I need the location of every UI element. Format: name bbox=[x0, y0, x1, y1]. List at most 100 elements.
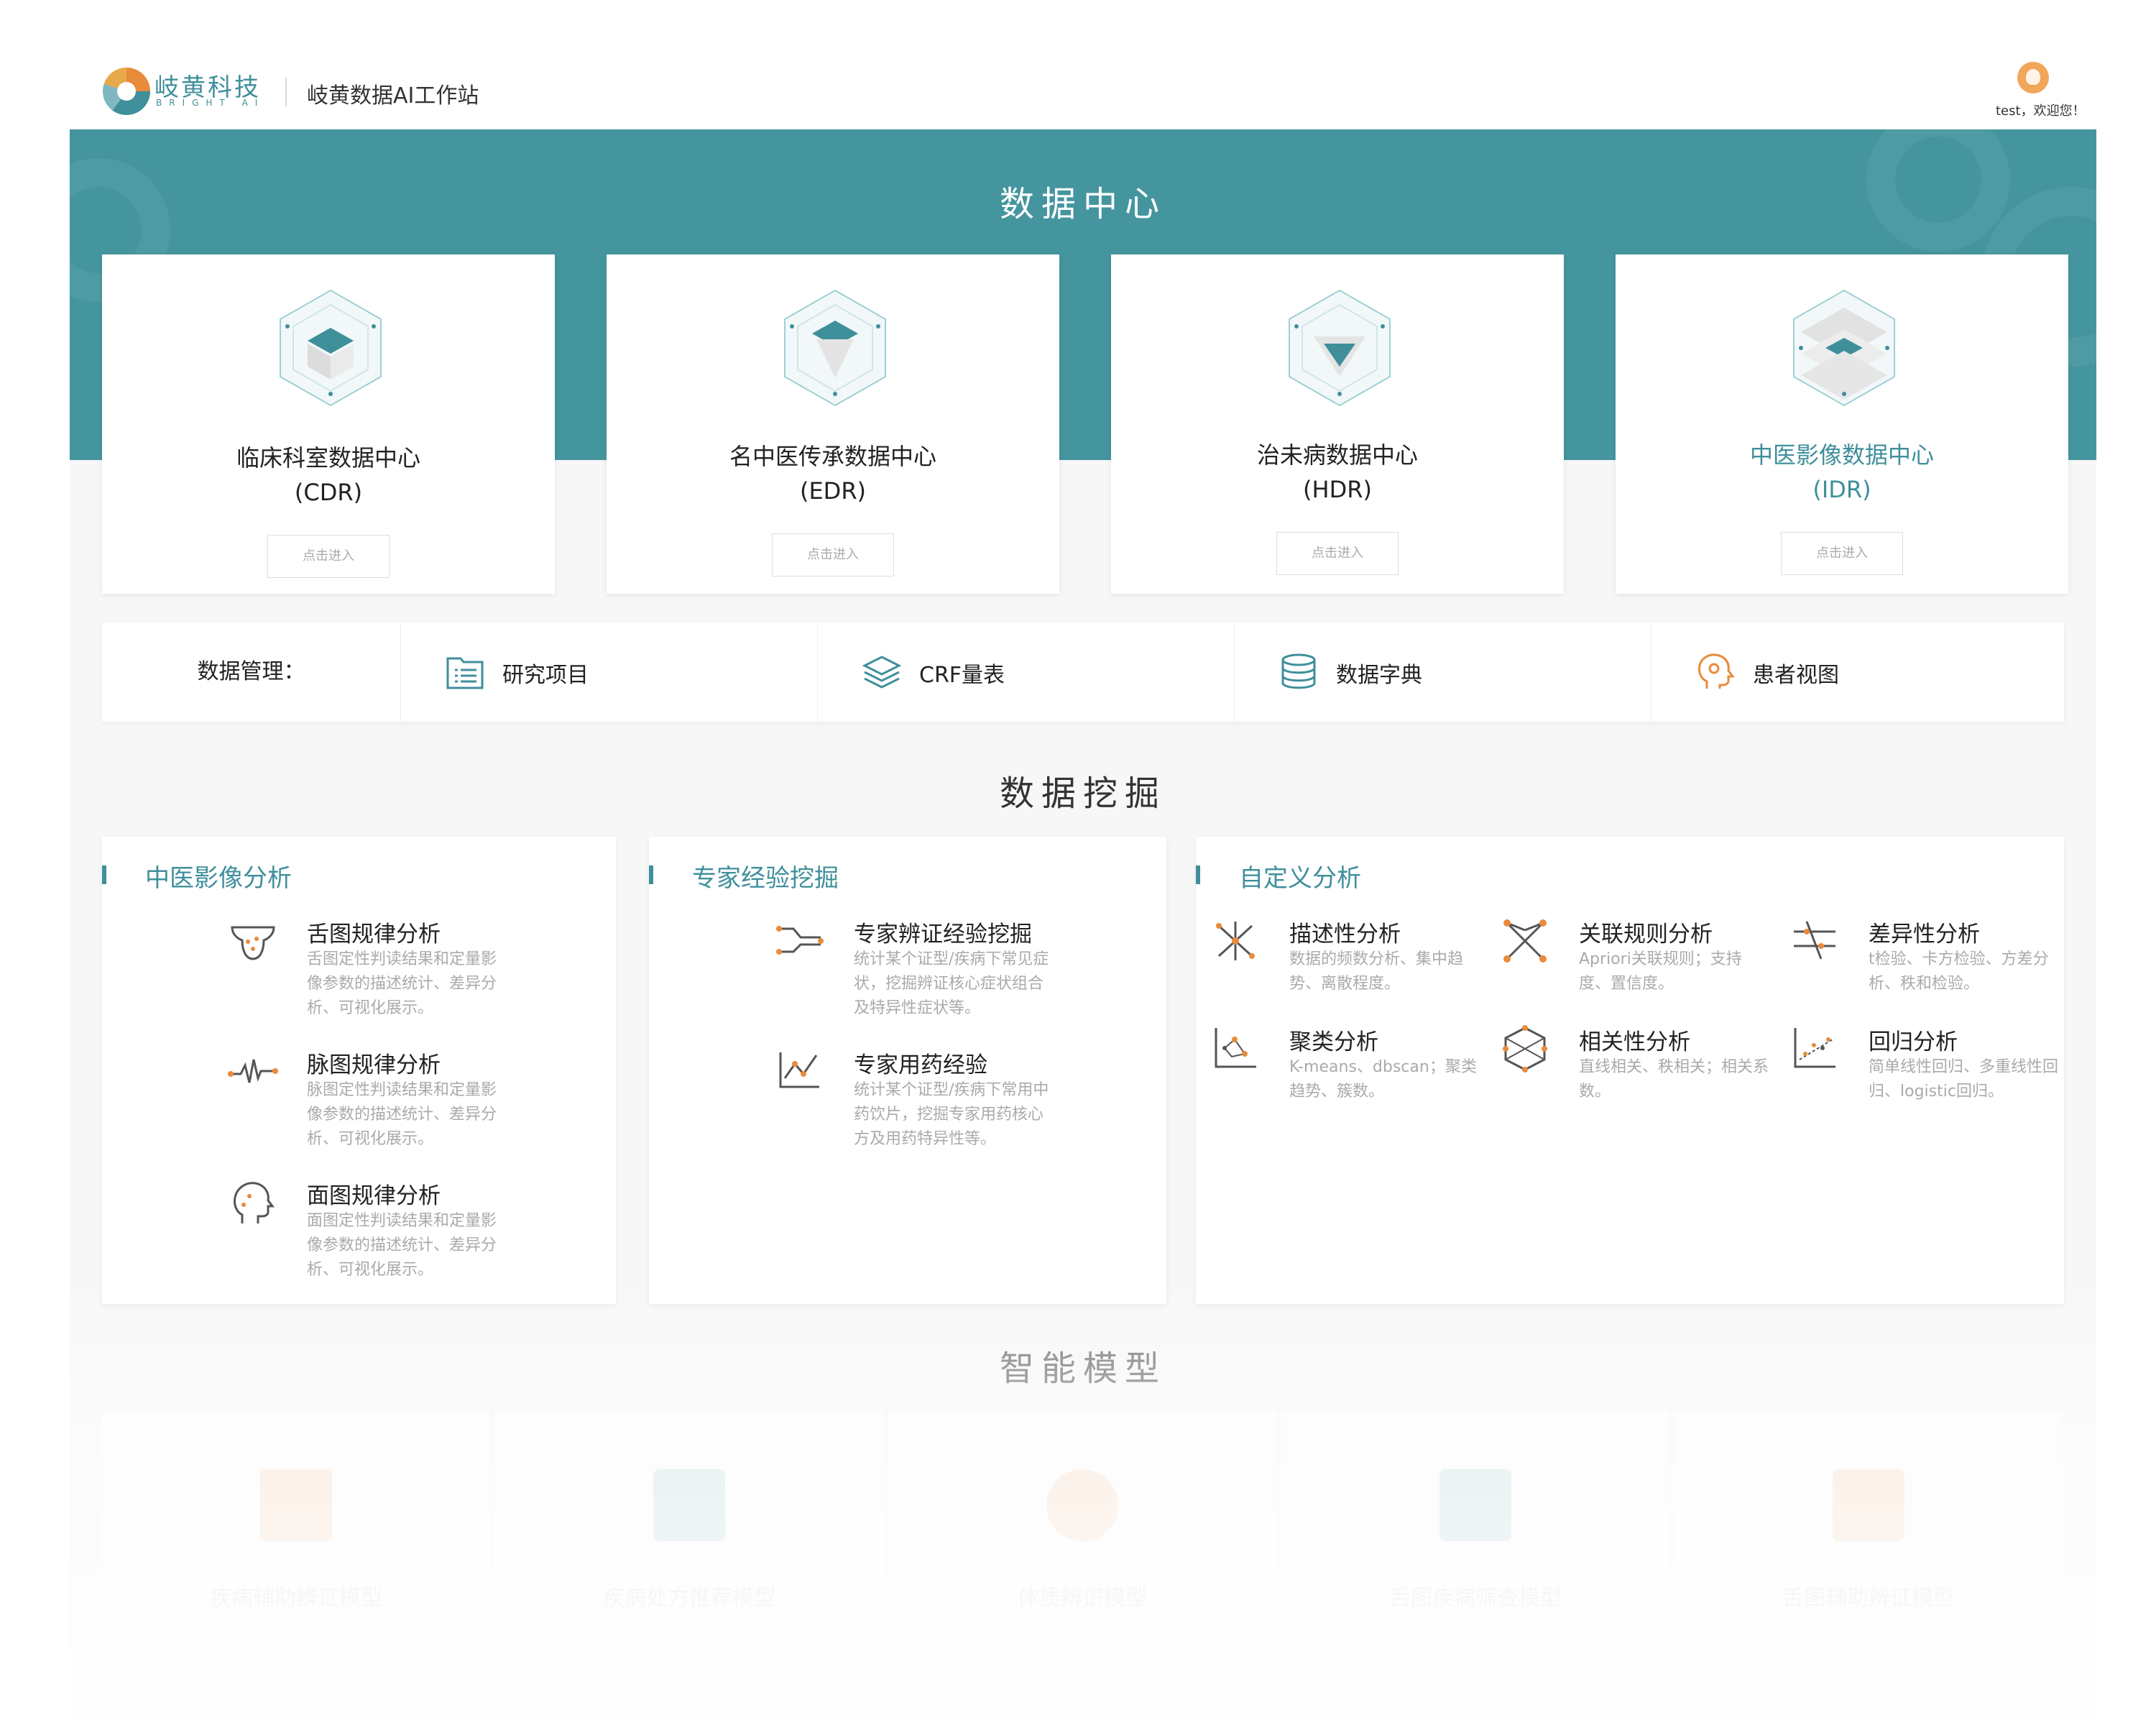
model-yinyang-icon bbox=[1046, 1469, 1118, 1541]
model-molecule-icon bbox=[260, 1469, 332, 1541]
panel-title: 中医影像分析 bbox=[145, 864, 292, 893]
panel-expert-experience: 专家经验挖掘 专家辨证经验挖掘 统计某个证型/疾病下常见症状，挖掘辨证核心症状组… bbox=[649, 837, 1166, 1304]
model-card-tongue-screening[interactable]: 舌图疾病筛查模型 bbox=[1281, 1412, 1669, 1649]
enter-button[interactable]: 点击进入 bbox=[1276, 532, 1399, 575]
mgmt-item-label: 研究项目 bbox=[502, 663, 589, 688]
panel-title: 专家经验挖掘 bbox=[692, 864, 839, 893]
item-pulse-analysis[interactable]: 脉图规律分析 脉图定性判读结果和定量影像参数的描述统计、差异分析、可视化展示。 bbox=[228, 1047, 602, 1154]
center-card-code: (IDR) bbox=[1812, 476, 1871, 503]
scatter-cluster-icon bbox=[1215, 1028, 1256, 1068]
item-desc: K-means、dbscan；聚类趋势、簇数。 bbox=[1289, 1058, 1477, 1101]
model-tongue-icon bbox=[1439, 1469, 1511, 1541]
brand-logo-icon bbox=[103, 68, 150, 115]
item-desc: 舌图定性判读结果和定量影像参数的描述统计、差异分析、可视化展示。 bbox=[307, 950, 497, 1017]
model-card-prescription[interactable]: 疾病处方推荐模型 bbox=[495, 1412, 883, 1649]
model-card-constitution[interactable]: 体质辨识模型 bbox=[888, 1412, 1276, 1649]
data-management-bar: 数据管理： 研究项目 CRF量表 数据字典 患者视图 bbox=[102, 623, 2064, 722]
trend-chart-icon bbox=[779, 1052, 819, 1088]
center-card-code: (EDR) bbox=[799, 477, 867, 505]
network-star-icon bbox=[1216, 922, 1255, 960]
data-center-title: 数据中心 bbox=[999, 184, 1166, 224]
item-desc: Apriori关联规则；支持度、置信度。 bbox=[1579, 950, 1742, 993]
item-desc: 统计某个证型/疾病下常用中药饮片，挖掘专家用药核心方及用药特异性等。 bbox=[854, 1081, 1049, 1148]
center-card-cdr[interactable]: 临床科室数据中心 (CDR) 点击进入 bbox=[102, 254, 555, 594]
layers-cube-icon bbox=[1793, 289, 1895, 407]
item-desc: 直线相关、秩相关；相关系数。 bbox=[1579, 1058, 1769, 1101]
item-regression-analysis[interactable]: 回归分析 简单线性回归、多重线性回归、logistic回归。 bbox=[1789, 1024, 2063, 1117]
item-name: 回归分析 bbox=[1869, 1029, 1958, 1055]
item-name: 差异性分析 bbox=[1869, 922, 1980, 947]
panel-accent-bar bbox=[1196, 865, 1200, 884]
model-name: 舌图疾病筛查模型 bbox=[1389, 1586, 1562, 1611]
cube-icon bbox=[280, 289, 382, 407]
model-heart-icon bbox=[1833, 1469, 1904, 1541]
item-association-rules[interactable]: 关联规则分析 Apriori关联规则；支持度、置信度。 bbox=[1500, 916, 1780, 1009]
enter-button[interactable]: 点击进入 bbox=[1781, 532, 1903, 575]
enter-button[interactable]: 点击进入 bbox=[772, 533, 894, 577]
user-avatar[interactable] bbox=[2017, 62, 2049, 93]
cube-icon bbox=[784, 289, 886, 407]
cube-icon bbox=[1289, 289, 1391, 407]
mgmt-item-label: 数据字典 bbox=[1336, 663, 1422, 688]
item-difference-analysis[interactable]: 差异性分析 t检验、卡方检验、方差分析、秩和检验。 bbox=[1789, 916, 2063, 1009]
tongue-icon bbox=[231, 926, 275, 960]
item-name: 专家辨证经验挖掘 bbox=[854, 922, 1032, 947]
item-name: 舌图规律分析 bbox=[307, 922, 441, 947]
enter-button[interactable]: 点击进入 bbox=[267, 535, 390, 578]
center-card-name: 临床科室数据中心 bbox=[236, 444, 420, 472]
item-cluster-analysis[interactable]: 聚类分析 K-means、dbscan；聚类趋势、簇数。 bbox=[1210, 1024, 1491, 1117]
welcome-text[interactable]: test，欢迎您！ bbox=[1996, 101, 2086, 119]
item-name: 聚类分析 bbox=[1289, 1029, 1378, 1055]
model-name: 疾病辅助辨证模型 bbox=[210, 1586, 382, 1611]
model-name: 舌图辅助辨证模型 bbox=[1782, 1586, 1955, 1611]
header-divider bbox=[285, 78, 287, 106]
center-card-name: 中医影像数据中心 bbox=[1749, 441, 1934, 469]
item-expert-medication[interactable]: 专家用药经验 统计某个证型/疾病下常用中药饮片，挖掘专家用药核心方及用药特异性等… bbox=[775, 1047, 1148, 1183]
model-name: 疾病处方推荐模型 bbox=[603, 1586, 775, 1611]
item-descriptive-analysis[interactable]: 描述性分析 数据的频数分析、集中趋势、离散程度。 bbox=[1210, 916, 1491, 1009]
layers-icon bbox=[862, 656, 902, 689]
item-expert-syndrome-mining[interactable]: 专家辨证经验挖掘 统计某个证型/疾病下常见症状，挖掘辨证核心症状组合及特异性症状… bbox=[775, 916, 1148, 1024]
smart-models-row: 疾病辅助辨证模型 疾病处方推荐模型 体质辨识模型 舌图疾病筛查模型 舌图辅助辨证… bbox=[102, 1412, 2064, 1649]
item-desc: 脉图定性判读结果和定量影像参数的描述统计、差异分析、可视化展示。 bbox=[307, 1081, 497, 1148]
item-name: 面图规律分析 bbox=[307, 1183, 441, 1209]
panel-tcm-imaging: 中医影像分析 舌图规律分析 舌图定性判读结果和定量影像参数的描述统计、差异分析、… bbox=[102, 837, 616, 1304]
item-desc: 统计某个证型/疾病下常见症状，挖掘辨证核心症状组合及特异性症状等。 bbox=[854, 950, 1049, 1017]
cross-network-icon bbox=[1503, 919, 1547, 963]
smart-models-title: 智能模型 bbox=[999, 1349, 1166, 1389]
model-prescription-icon bbox=[653, 1469, 725, 1541]
mgmt-item-data-dictionary[interactable]: 数据字典 bbox=[1234, 623, 1651, 722]
center-card-hdr[interactable]: 治未病数据中心 (HDR) 点击进入 bbox=[1111, 254, 1564, 594]
model-card-disease-syndrome[interactable]: 疾病辅助辨证模型 bbox=[102, 1412, 490, 1649]
item-name: 脉图规律分析 bbox=[307, 1052, 441, 1078]
top-header: 岐黄科技 BRIGHT AI 岐黄数据AI工作站 test，欢迎您！ bbox=[70, 53, 2096, 130]
center-card-name: 治未病数据中心 bbox=[1256, 441, 1418, 469]
center-card-code: (HDR) bbox=[1303, 476, 1372, 503]
item-correlation-analysis[interactable]: 相关性分析 直线相关、秩相关；相关系数。 bbox=[1500, 1024, 1780, 1117]
mgmt-item-patient-view[interactable]: 患者视图 bbox=[1651, 623, 2068, 722]
model-card-tongue-syndrome[interactable]: 舌图辅助辨证模型 bbox=[1674, 1412, 2063, 1649]
item-name: 相关性分析 bbox=[1579, 1029, 1690, 1055]
center-card-idr[interactable]: 中医影像数据中心 (IDR) 点击进入 bbox=[1616, 254, 2068, 594]
face-profile-icon bbox=[234, 1182, 275, 1223]
mgmt-item-crf-scale[interactable]: CRF量表 bbox=[817, 623, 1235, 722]
item-desc: 数据的频数分析、集中趋势、离散程度。 bbox=[1289, 950, 1464, 993]
item-face-analysis[interactable]: 面图规律分析 面图定性判读结果和定量影像参数的描述统计、差异分析、可视化展示。 bbox=[228, 1177, 602, 1285]
item-tongue-analysis[interactable]: 舌图规律分析 舌图定性判读结果和定量影像参数的描述统计、差异分析、可视化展示。 bbox=[228, 916, 602, 1024]
panel-title: 自定义分析 bbox=[1239, 864, 1361, 893]
mgmt-item-label: CRF量表 bbox=[919, 663, 1005, 688]
mgmt-item-research-projects[interactable]: 研究项目 bbox=[400, 623, 818, 722]
center-card-edr[interactable]: 名中医传承数据中心 (EDR) 点击进入 bbox=[607, 254, 1059, 594]
panel-accent-bar bbox=[649, 865, 653, 884]
model-name: 体质辨识模型 bbox=[1018, 1586, 1147, 1611]
hexagon-network-icon bbox=[1503, 1025, 1547, 1072]
panel-accent-bar bbox=[102, 865, 106, 884]
balance-lines-icon bbox=[1794, 921, 1835, 960]
item-desc: 简单线性回归、多重线性回归、logistic回归。 bbox=[1869, 1058, 2059, 1101]
item-name: 关联规则分析 bbox=[1579, 922, 1713, 947]
item-desc: t检验、卡方检验、方差分析、秩和检验。 bbox=[1869, 950, 2049, 993]
mgmt-item-label: 患者视图 bbox=[1753, 663, 1839, 688]
panel-custom-analysis: 自定义分析 描述性分析 数据的频数分析、集中趋势、离散程度。 关联规则分析 Ap… bbox=[1196, 837, 2064, 1304]
list-icon bbox=[446, 657, 484, 689]
data-mining-title: 数据挖掘 bbox=[999, 773, 1166, 814]
